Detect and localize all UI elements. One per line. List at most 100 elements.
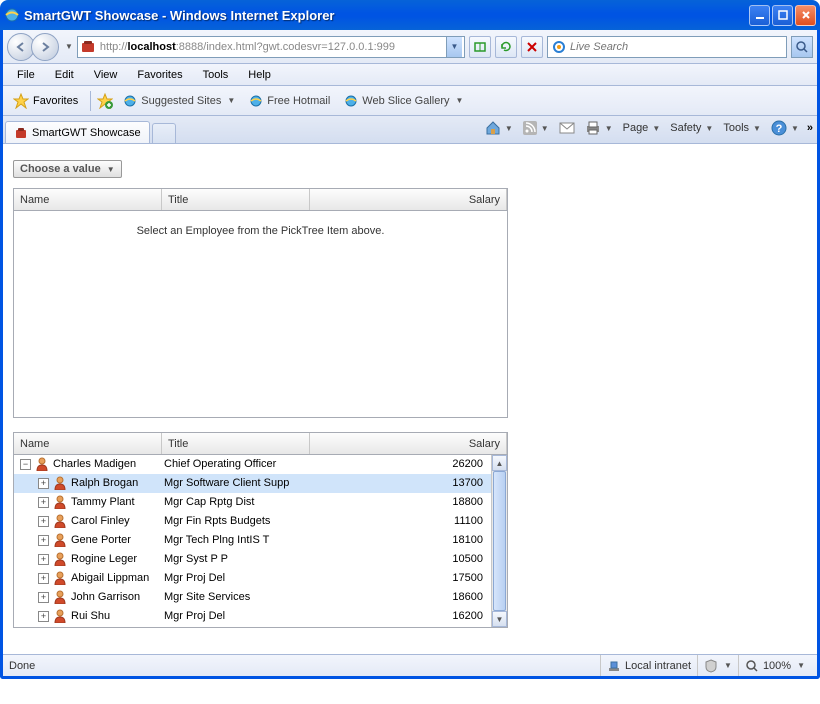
vertical-scrollbar[interactable]: ▲ ▼ (491, 455, 507, 627)
tree-row[interactable]: +John GarrisonMgr Site Services18600 (14, 588, 507, 607)
row-title: Mgr Proj Del (162, 610, 310, 622)
scroll-up-button[interactable]: ▲ (492, 455, 507, 471)
protected-mode[interactable]: ▼ (697, 655, 738, 676)
tree-grid: Name Title Salary −Charles MadigenChief … (13, 432, 508, 628)
address-input[interactable]: http://localhost:8888/index.html?gwt.cod… (77, 36, 465, 58)
col-name[interactable]: Name (14, 433, 162, 454)
col-title[interactable]: Title (162, 433, 310, 454)
tree-toggle[interactable]: + (38, 497, 49, 508)
tree-row[interactable]: +Ralph BroganMgr Software Client Supp137… (14, 474, 507, 493)
picktree-button[interactable]: Choose a value ▼ (13, 160, 122, 178)
page-menu[interactable]: Page▼ (621, 120, 663, 136)
window-buttons (749, 5, 816, 26)
scroll-down-button[interactable]: ▼ (492, 611, 507, 627)
empty-message: Select an Employee from the PickTree Ite… (14, 211, 507, 251)
search-box[interactable] (547, 36, 787, 58)
menu-view[interactable]: View (84, 67, 128, 83)
overflow-icon[interactable]: » (807, 122, 813, 134)
row-salary: 26200 (310, 458, 489, 470)
minimize-button[interactable] (749, 5, 770, 26)
tree-toggle[interactable]: + (38, 554, 49, 565)
safety-menu[interactable]: Safety▼ (668, 120, 715, 136)
suggested-sites-link[interactable]: Suggested Sites▼ (119, 92, 239, 110)
tree-toggle[interactable]: + (38, 478, 49, 489)
person-icon (53, 495, 67, 509)
page-favicon (80, 39, 96, 55)
home-button[interactable]: ▼ (483, 118, 515, 138)
maximize-button[interactable] (772, 5, 793, 26)
add-favorite-icon[interactable] (97, 93, 113, 109)
row-salary: 10500 (310, 553, 489, 565)
free-hotmail-link[interactable]: Free Hotmail (245, 92, 334, 110)
menu-file[interactable]: File (7, 67, 45, 83)
favorites-button[interactable]: Favorites (7, 91, 84, 111)
tree-toggle[interactable]: + (38, 573, 49, 584)
close-button[interactable] (795, 5, 816, 26)
menu-edit[interactable]: Edit (45, 67, 84, 83)
menu-favorites[interactable]: Favorites (127, 67, 192, 83)
web-slice-link[interactable]: Web Slice Gallery▼ (340, 92, 467, 110)
tree-row[interactable]: +Rui ShuMgr Proj Del16200 (14, 607, 507, 626)
tree-row[interactable]: +Abigail LippmanMgr Proj Del17500 (14, 569, 507, 588)
tree-row[interactable]: +Carol FinleyMgr Fin Rpts Budgets11100 (14, 512, 507, 531)
address-bar-row: ▼ http://localhost:8888/index.html?gwt.c… (3, 30, 817, 64)
feeds-button[interactable]: ▼ (521, 119, 551, 137)
new-tab-button[interactable] (152, 123, 176, 143)
forward-button[interactable] (31, 33, 59, 61)
row-title: Mgr Fin Rpts Budgets (162, 515, 310, 527)
status-text: Done (9, 660, 600, 672)
menu-tools[interactable]: Tools (193, 67, 239, 83)
tree-row[interactable]: +Tammy PlantMgr Cap Rptg Dist18800 (14, 493, 507, 512)
row-title: Mgr Syst P P (162, 553, 310, 565)
zoom-control[interactable]: 100%▼ (738, 655, 811, 676)
tree-grid-body[interactable]: −Charles MadigenChief Operating Officer2… (14, 455, 507, 627)
tree-toggle[interactable]: + (38, 592, 49, 603)
tree-row[interactable]: −Charles MadigenChief Operating Officer2… (14, 455, 507, 474)
person-icon (53, 571, 67, 585)
col-salary[interactable]: Salary (310, 433, 507, 454)
tree-row[interactable]: +Gene PorterMgr Tech Plng IntIS T18100 (14, 531, 507, 550)
ie-small-icon (344, 94, 358, 108)
col-title[interactable]: Title (162, 189, 310, 210)
address-dropdown[interactable]: ▼ (446, 37, 462, 57)
col-salary[interactable]: Salary (310, 189, 507, 210)
tree-toggle[interactable]: + (38, 611, 49, 622)
favorites-label: Favorites (33, 95, 78, 107)
row-salary: 13700 (310, 477, 489, 489)
command-bar: ▼ ▼ ▼ Page▼ Safety▼ Tools▼ ?▼ » (483, 118, 813, 138)
row-name: Rui Shu (71, 610, 110, 622)
refresh-button[interactable] (495, 36, 517, 58)
person-icon (53, 514, 67, 528)
menu-help[interactable]: Help (238, 67, 281, 83)
nav-history-dropdown[interactable]: ▼ (65, 42, 73, 51)
tree-toggle[interactable]: + (38, 535, 49, 546)
ie-small-icon (123, 94, 137, 108)
tree-row[interactable]: +Rogine LegerMgr Syst P P10500 (14, 550, 507, 569)
help-button[interactable]: ?▼ (769, 118, 801, 138)
zone-indicator[interactable]: Local intranet (600, 655, 697, 676)
svg-text:?: ? (776, 123, 783, 135)
menu-bar: File Edit View Favorites Tools Help (3, 64, 817, 86)
picktree-label: Choose a value (20, 163, 101, 175)
tab-active[interactable]: SmartGWT Showcase (5, 121, 150, 143)
tab-favicon (14, 126, 28, 140)
tools-menu[interactable]: Tools▼ (721, 120, 763, 136)
compat-view-button[interactable] (469, 36, 491, 58)
status-bar: Done Local intranet ▼ 100%▼ (3, 654, 817, 676)
star-icon (13, 93, 29, 109)
tree-toggle[interactable]: − (20, 459, 31, 470)
address-text: http://localhost:8888/index.html?gwt.cod… (100, 41, 446, 53)
mail-button[interactable] (557, 120, 577, 136)
scroll-thumb[interactable] (493, 471, 506, 611)
stop-button[interactable] (521, 36, 543, 58)
search-input[interactable] (570, 41, 782, 53)
row-title: Mgr Tech Plng IntIS T (162, 534, 310, 546)
intranet-icon (607, 659, 621, 673)
tree-toggle[interactable]: + (38, 516, 49, 527)
search-go-button[interactable] (791, 36, 813, 58)
row-name: Abigail Lippman (71, 572, 149, 584)
col-name[interactable]: Name (14, 189, 162, 210)
person-icon (53, 609, 67, 623)
row-name: Gene Porter (71, 534, 131, 546)
print-button[interactable]: ▼ (583, 119, 615, 137)
